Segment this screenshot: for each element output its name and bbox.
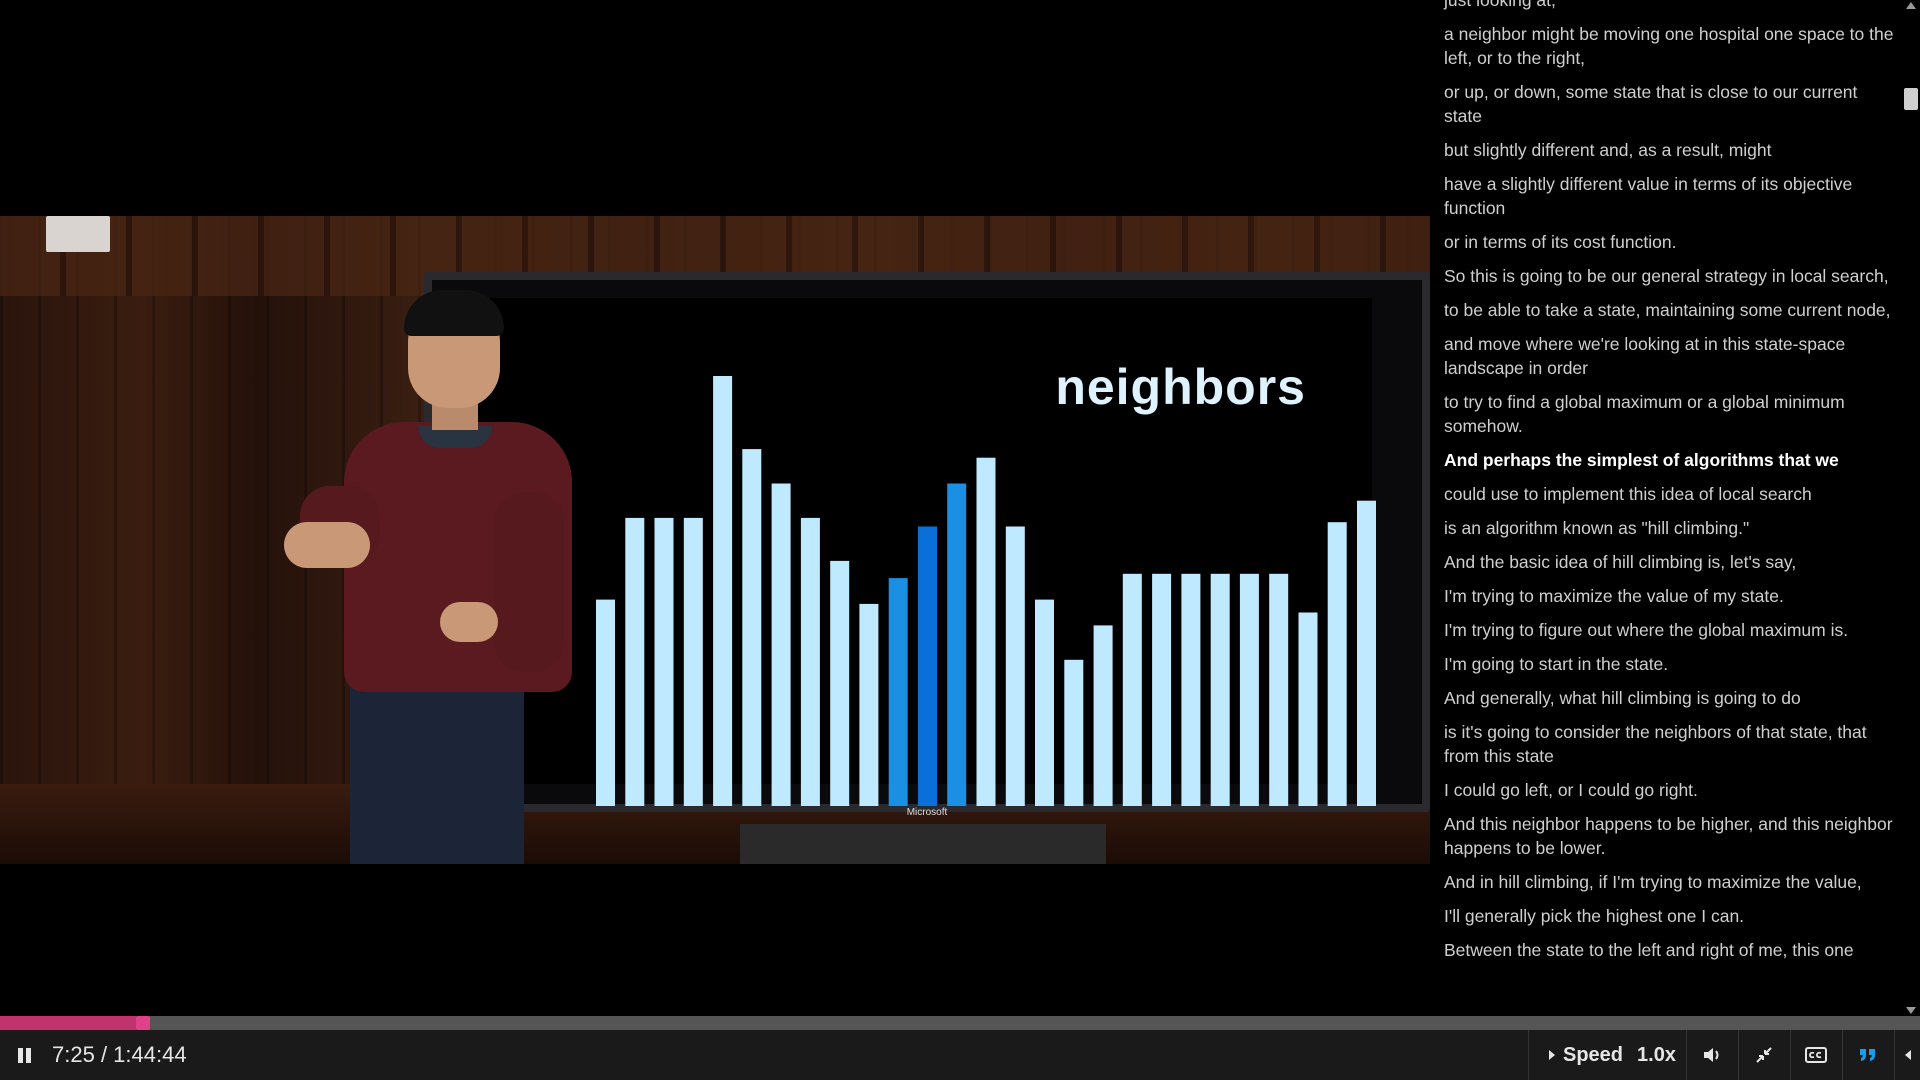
bar: [683, 517, 703, 806]
transcript-line[interactable]: to be able to take a state, maintaining …: [1444, 298, 1898, 322]
transcript-line[interactable]: And in hill climbing, if I'm trying to m…: [1444, 870, 1898, 894]
bar-highlighted: [888, 578, 908, 806]
player-controls: 7:25 / 1:44:44 Speed 1.0x: [0, 1030, 1920, 1080]
volume-icon: [1704, 1048, 1719, 1062]
progress-bar[interactable]: [0, 1016, 1920, 1030]
bar-highlighted: [947, 483, 967, 806]
scrollbar-thumb[interactable]: [1904, 88, 1918, 110]
speed-value: 1.0x: [1637, 1043, 1676, 1066]
transcript-panel[interactable]: just looking at, a neighbor might be movi…: [1432, 0, 1902, 1016]
transcript-line[interactable]: is it's going to consider the neighbors …: [1444, 720, 1898, 768]
bar: [771, 483, 791, 806]
transcript-icon: [1860, 1049, 1875, 1061]
bar: [1035, 599, 1054, 806]
volume-button[interactable]: [1686, 1030, 1737, 1080]
transcript-line[interactable]: to try to find a global maximum or a glo…: [1444, 390, 1898, 438]
bar: [1357, 500, 1376, 806]
exit-fullscreen-button[interactable]: [1738, 1030, 1789, 1080]
transcript-line[interactable]: and move where we're looking at in this …: [1444, 332, 1898, 380]
caret-right-icon: [1549, 1050, 1555, 1060]
presenter-hair: [404, 290, 504, 336]
slide-title: neighbors: [1055, 359, 1306, 415]
transcript-line[interactable]: or up, or down, some state that is close…: [1444, 80, 1898, 128]
transcript-line[interactable]: or in terms of its cost function.: [1444, 230, 1898, 254]
bar: [1181, 573, 1201, 806]
video-frame: neighbors Microsoft: [0, 216, 1430, 864]
pause-icon: [26, 1048, 31, 1063]
closed-captions-button[interactable]: [1790, 1030, 1841, 1080]
bar: [742, 449, 762, 806]
transcript-line[interactable]: I'll generally pick the highest one I ca…: [1444, 904, 1898, 928]
bar: [1327, 522, 1347, 806]
bar: [1210, 573, 1230, 806]
transcript-line[interactable]: And the basic idea of hill climbing is, …: [1444, 550, 1898, 574]
bar: [1093, 625, 1113, 806]
transcript-line[interactable]: I'm trying to maximize the value of my s…: [1444, 584, 1898, 608]
presenter-legs: [350, 684, 524, 864]
time-display: 7:25 / 1:44:44: [52, 1042, 187, 1067]
scroll-up-arrow-icon[interactable]: [1906, 2, 1916, 9]
transcript-line[interactable]: And this neighbor happens to be higher, …: [1444, 812, 1898, 860]
current-time: 7:25: [52, 1042, 95, 1067]
transcript-scrollbar[interactable]: [1902, 0, 1920, 1016]
bar: [859, 603, 879, 806]
bar: [1239, 573, 1259, 806]
pause-icon: [18, 1048, 23, 1063]
bar-highlighted: [918, 526, 937, 806]
presenter-right-arm: [494, 492, 564, 672]
collapse-icon: [1905, 1050, 1911, 1060]
presenter-left-hand: [284, 522, 370, 568]
speed-button[interactable]: Speed 1.0x: [1528, 1030, 1696, 1080]
bar: [654, 517, 674, 806]
transcript-line[interactable]: have a slightly different value in terms…: [1444, 172, 1898, 220]
pause-button[interactable]: [16, 1046, 34, 1064]
exit-fullscreen-icon: [1756, 1047, 1772, 1063]
scroll-down-arrow-icon[interactable]: [1906, 1007, 1916, 1014]
transcript-line[interactable]: I'm trying to figure out where the globa…: [1444, 618, 1898, 642]
presenter-right-hand: [440, 602, 498, 642]
bar: [1152, 573, 1172, 806]
transcript-line-active[interactable]: And perhaps the simplest of algorithms t…: [1444, 448, 1898, 472]
transcript-line[interactable]: a neighbor might be moving one hospital …: [1444, 22, 1898, 70]
speed-label: Speed: [1563, 1043, 1624, 1066]
transcript-line[interactable]: just looking at,: [1444, 0, 1898, 12]
bar: [830, 560, 850, 806]
transcript-line[interactable]: but slightly different and, as a result,…: [1444, 138, 1898, 162]
bar: [1298, 612, 1318, 806]
transcript-line[interactable]: Between the state to the left and right …: [1444, 938, 1898, 962]
progress-fill: [0, 1016, 137, 1030]
presenter: [280, 290, 600, 864]
closed-captions-icon: [1805, 1047, 1827, 1063]
duration: 1:44:44: [113, 1042, 187, 1067]
bar: [1122, 573, 1142, 806]
transcript-line[interactable]: So this is going to be our general strat…: [1444, 264, 1898, 288]
collapse-button[interactable]: [1894, 1030, 1920, 1080]
bar: [800, 517, 820, 806]
transcript-line[interactable]: is an algorithm known as "hill climbing.…: [1444, 516, 1898, 540]
bar: [625, 517, 645, 806]
bar: [1005, 526, 1025, 806]
video-player[interactable]: neighbors Microsoft: [0, 0, 1430, 1016]
transcript-line[interactable]: And generally, what hill climbing is goi…: [1444, 686, 1898, 710]
bar: [1269, 573, 1289, 806]
bar: [1064, 659, 1084, 806]
transcript-line[interactable]: I could go left, or I could go right.: [1444, 778, 1898, 802]
transcript-line[interactable]: I'm going to start in the state.: [1444, 652, 1898, 676]
transcript-toggle-button[interactable]: [1842, 1030, 1893, 1080]
progress-knob[interactable]: [136, 1016, 151, 1030]
bar: [713, 376, 733, 806]
wall-lamp: [46, 216, 110, 252]
bar: [976, 457, 996, 806]
transcript-line[interactable]: could use to implement this idea of loca…: [1444, 482, 1898, 506]
bar-graph: [596, 376, 1376, 806]
screen-stand: [740, 824, 1106, 864]
